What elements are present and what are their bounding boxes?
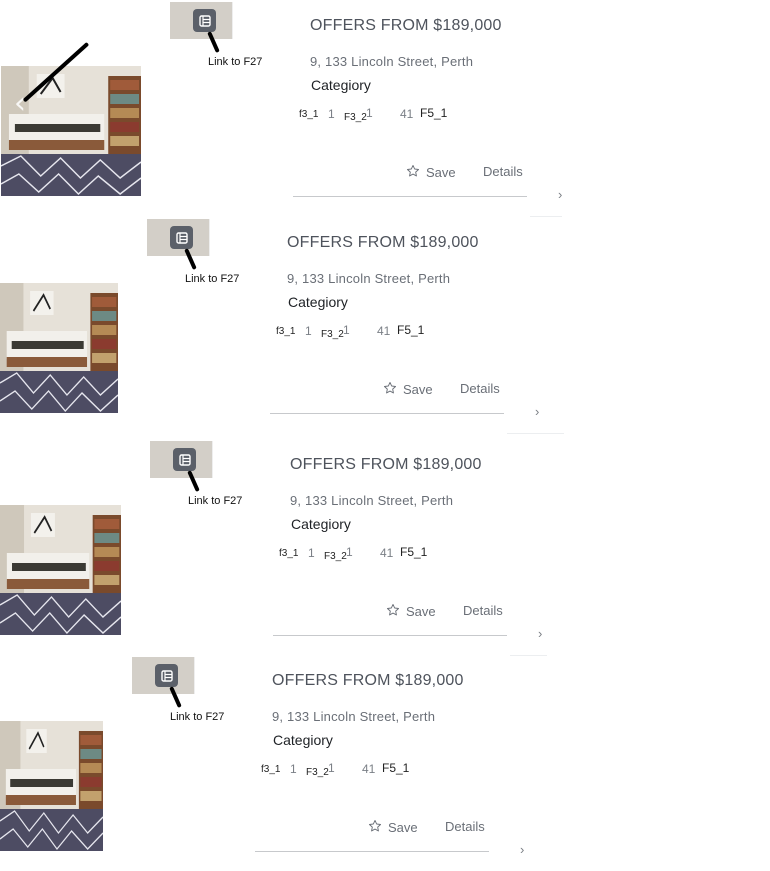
save-label: Save (406, 604, 436, 619)
star-outline-icon (386, 603, 400, 620)
listing-category: Categiory (311, 77, 371, 93)
feature-f3-1-label: f3_1 (299, 109, 319, 120)
feature-f5-1-label: F5_1 (420, 106, 448, 120)
feature-f3-1-value: 1 (305, 324, 312, 338)
listing-address: 9, 133 Lincoln Street, Perth (272, 709, 436, 724)
listing-category: Categiory (273, 732, 333, 748)
card-faint-divider (507, 433, 564, 434)
listing-card: Link to F27 OFFERS FROM $189,000 9, 133 … (0, 439, 770, 656)
feature-f3-2-value: 1 (346, 545, 353, 559)
feature-f5-1-label: F5_1 (382, 761, 410, 775)
feature-f5-1-value: 41 (380, 546, 394, 560)
listing-address: 9, 133 Lincoln Street, Perth (310, 54, 474, 69)
listing-card: Link to F27 OFFERS FROM $189,000 9, 133 … (0, 217, 770, 434)
feature-f3-1-value: 1 (290, 762, 297, 776)
feature-f3-1-label: f3_1 (279, 548, 299, 559)
feature-f3-1-value: 1 (308, 546, 315, 560)
listing-price-title[interactable]: OFFERS FROM $189,000 (272, 672, 464, 690)
list-icon[interactable] (155, 664, 178, 687)
chevron-right-icon[interactable]: › (558, 187, 562, 202)
feature-f3-2-label: F3_2 (306, 767, 329, 778)
link-to-f27-label[interactable]: Link to F27 (188, 495, 242, 507)
star-outline-icon (368, 819, 382, 836)
card-divider (270, 413, 504, 414)
details-button[interactable]: Details (445, 819, 485, 834)
list-icon[interactable] (173, 448, 196, 471)
feature-f3-2-value: 1 (366, 106, 373, 120)
details-button[interactable]: Details (483, 164, 523, 179)
feature-f3-2-label: F3_2 (321, 329, 344, 340)
feature-f3-1-value: 1 (328, 107, 335, 121)
save-label: Save (403, 382, 433, 397)
feature-f5-1-value: 41 (362, 762, 376, 776)
listing-photo[interactable] (0, 505, 121, 635)
star-outline-icon (406, 164, 420, 181)
save-button[interactable]: Save (386, 603, 436, 620)
list-icon[interactable] (193, 9, 216, 32)
listing-photo[interactable] (0, 721, 103, 851)
listing-price-title[interactable]: OFFERS FROM $189,000 (287, 234, 479, 252)
listing-category: Categiory (288, 294, 348, 310)
feature-f3-2-label: F3_2 (324, 551, 347, 562)
listing-address: 9, 133 Lincoln Street, Perth (290, 493, 454, 508)
listing-card: Link to F27 OFFERS FROM $189,000 9, 133 … (0, 0, 770, 217)
feature-f3-2-value: 1 (328, 761, 335, 775)
feature-f3-2-value: 1 (343, 323, 350, 337)
details-button[interactable]: Details (463, 603, 503, 618)
card-divider (293, 196, 527, 197)
listing-card: Link to F27 OFFERS FROM $189,000 9, 133 … (0, 655, 770, 871)
feature-f5-1-value: 41 (400, 107, 414, 121)
feature-f5-1-label: F5_1 (397, 323, 425, 337)
save-label: Save (388, 820, 418, 835)
listing-address: 9, 133 Lincoln Street, Perth (287, 271, 451, 286)
star-outline-icon (383, 381, 397, 398)
chevron-right-icon[interactable]: › (520, 842, 524, 857)
feature-f5-1-value: 41 (377, 324, 391, 338)
details-button[interactable]: Details (460, 381, 500, 396)
card-divider (273, 635, 507, 636)
card-divider (255, 851, 489, 852)
feature-f3-1-label: f3_1 (261, 764, 281, 775)
listing-category: Categiory (291, 516, 351, 532)
save-label: Save (426, 165, 456, 180)
listing-price-title[interactable]: OFFERS FROM $189,000 (290, 456, 482, 474)
feature-f5-1-label: F5_1 (400, 545, 428, 559)
save-button[interactable]: Save (383, 381, 433, 398)
link-to-f27-label[interactable]: Link to F27 (208, 56, 262, 68)
save-button[interactable]: Save (406, 164, 456, 181)
feature-f3-2-label: F3_2 (344, 112, 367, 123)
save-button[interactable]: Save (368, 819, 418, 836)
list-icon[interactable] (170, 226, 193, 249)
chevron-right-icon[interactable]: › (535, 404, 539, 419)
feature-f3-1-label: f3_1 (276, 326, 296, 337)
listing-photo[interactable] (0, 283, 118, 413)
listing-price-title[interactable]: OFFERS FROM $189,000 (310, 17, 502, 35)
link-to-f27-label[interactable]: Link to F27 (170, 711, 224, 723)
chevron-right-icon[interactable]: › (538, 626, 542, 641)
chevron-left-icon[interactable]: ‹ (14, 86, 26, 121)
link-to-f27-label[interactable]: Link to F27 (185, 273, 239, 285)
